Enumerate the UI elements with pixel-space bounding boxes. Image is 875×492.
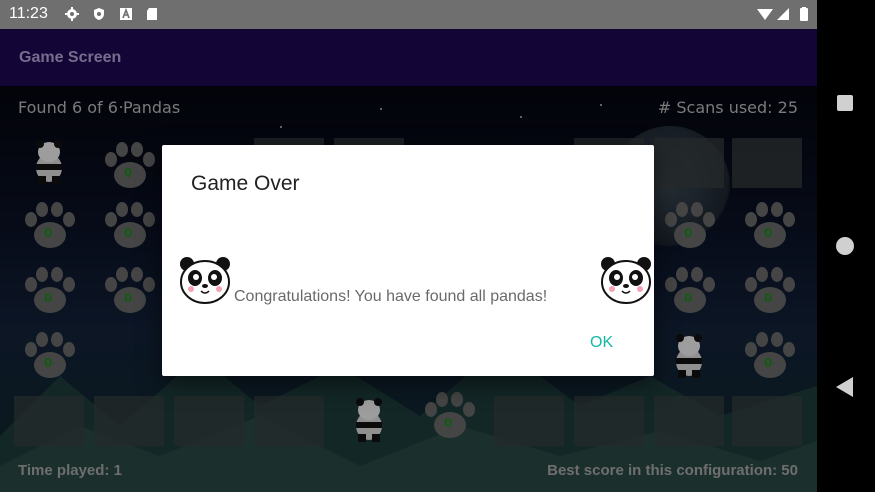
status-bar: 11:23 [0, 0, 817, 29]
clock: 11:23 [9, 5, 48, 22]
signal-icon [777, 8, 789, 20]
battery-icon [800, 8, 808, 21]
settings-icon [65, 7, 79, 21]
home-icon[interactable] [836, 237, 854, 255]
panda-face-icon [180, 257, 230, 304]
ok-button[interactable]: OK [590, 334, 613, 352]
dialog-title: Game Over [191, 172, 300, 195]
panda-face-icon [601, 257, 651, 304]
wifi-icon [757, 9, 773, 20]
a-icon [120, 7, 132, 20]
dialog-message: Congratulations! You have found all pand… [234, 288, 548, 305]
navigation-bar [817, 0, 875, 492]
sd-card-icon [147, 8, 157, 20]
status-right-icons [757, 7, 808, 21]
shield-icon [94, 8, 104, 20]
recents-icon[interactable] [837, 95, 853, 111]
game-over-dialog: Game Over Congratulations! You have foun… [162, 145, 654, 376]
back-icon[interactable] [836, 377, 853, 397]
